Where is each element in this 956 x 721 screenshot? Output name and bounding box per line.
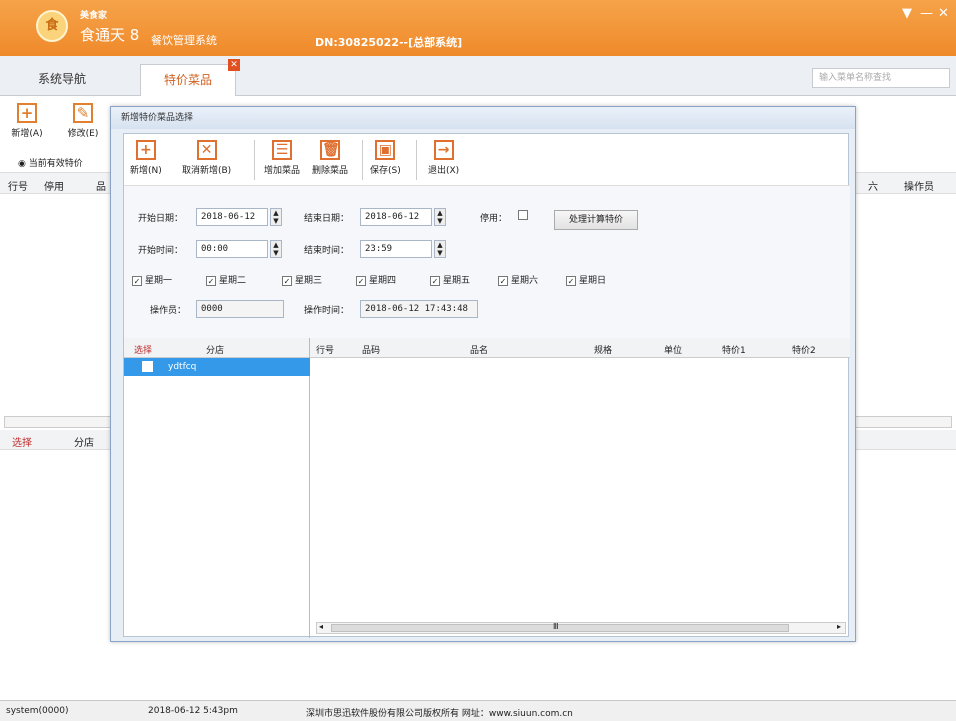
bg-filter-radio[interactable]: ◉ 当前有效特价 xyxy=(18,156,83,169)
store-grid-header: 选择 分店 xyxy=(124,338,309,358)
start-time-label: 开始时间： xyxy=(138,246,184,256)
start-time-field[interactable]: 00:00 xyxy=(196,240,268,258)
close-icon[interactable]: ✕ xyxy=(938,6,949,21)
save-button[interactable]: ▣ 保存(S) xyxy=(370,140,401,176)
minimize-icon[interactable]: — xyxy=(920,6,933,21)
weekday-fri-checkbox[interactable]: ✓ 星期五 xyxy=(430,273,470,286)
cancel-new-button[interactable]: ✕ 取消新增(B) xyxy=(182,140,231,176)
end-time-label: 结束时间： xyxy=(304,246,350,256)
start-date-spinner[interactable]: ▲ ▼ xyxy=(270,208,282,226)
status-copyright: 深圳市思迅软件股份有限公司版权所有 网址：www.siuun.com.cn xyxy=(306,709,573,719)
add-icon: + xyxy=(17,103,37,123)
dn-info: DN:30825022--[总部系统] xyxy=(315,36,463,49)
weekday-mon-checkbox[interactable]: ✓ 星期一 xyxy=(132,273,172,286)
end-date-spinner[interactable]: ▲ ▼ xyxy=(434,208,446,226)
dish-grid-horizontal-scrollbar[interactable]: ◂ Ⅲ ▸ xyxy=(316,622,846,634)
weekday-sun-checkbox[interactable]: ✓ 星期日 xyxy=(566,273,606,286)
operator-field: 0000 xyxy=(196,300,284,318)
tab-close-icon[interactable]: ✕ xyxy=(228,59,240,71)
weekday-wed-checkbox[interactable]: ✓ 星期三 xyxy=(282,273,322,286)
weekday-tue-checkbox[interactable]: ✓ 星期二 xyxy=(206,273,246,286)
dish-grid-header: 行号 品码 品名 规格 单位 特价1 特价2 xyxy=(310,338,850,358)
new-button[interactable]: + 新增(N) xyxy=(130,140,162,176)
start-date-label: 开始日期： xyxy=(138,214,184,224)
bg-add-button[interactable]: + 新增(A) xyxy=(10,103,44,139)
brand-subtitle: 餐饮管理系统 xyxy=(151,34,217,47)
dish-grid: 行号 品码 品名 规格 单位 特价1 特价2 ◂ Ⅲ ▸ xyxy=(310,338,850,638)
store-cell: ydtfcq xyxy=(164,358,270,376)
delete-icon: 🗑 xyxy=(320,140,340,160)
dialog-title: 新增特价菜品选择 xyxy=(111,107,855,129)
menu-dropdown-icon[interactable]: ▼ xyxy=(902,6,912,21)
tab-special-price[interactable]: 特价菜品 xyxy=(140,64,236,96)
delete-dish-button[interactable]: 🗑 删除菜品 xyxy=(312,140,348,176)
new-special-dish-dialog: 新增特价菜品选择 + 新增(N) ✕ 取消新增(B) ☰ 增加菜品 🗑 删除菜品… xyxy=(110,106,856,642)
exit-icon: → xyxy=(433,140,454,160)
add-dish-icon: ☰ xyxy=(272,140,292,160)
brand-name-small: 美食家 xyxy=(80,11,108,21)
cancel-icon: ✕ xyxy=(196,140,217,160)
scrollbar-thumb[interactable] xyxy=(331,624,789,632)
status-bar: system(0000) 2018-06-12 5:43pm 深圳市思迅软件股份… xyxy=(0,700,956,721)
tab-navigation[interactable]: 系统导航 xyxy=(8,64,116,96)
status-user: system(0000) xyxy=(6,706,69,716)
disabled-label: 停用： xyxy=(480,214,508,224)
exit-button[interactable]: → 退出(X) xyxy=(428,140,459,176)
edit-icon: ✎ xyxy=(73,103,93,123)
start-date-field[interactable]: 2018-06-12 xyxy=(196,208,268,226)
scroll-right-icon[interactable]: ▸ xyxy=(837,622,841,631)
dialog-body: + 新增(N) ✕ 取消新增(B) ☰ 增加菜品 🗑 删除菜品 ▣ 保存(S) xyxy=(123,133,850,638)
app-logo: 食 xyxy=(36,10,68,42)
disabled-checkbox[interactable] xyxy=(518,210,531,221)
dialog-toolbar: + 新增(N) ✕ 取消新增(B) ☰ 增加菜品 🗑 删除菜品 ▣ 保存(S) xyxy=(124,134,850,186)
save-icon: ▣ xyxy=(375,140,396,160)
toolbar-separator xyxy=(362,140,363,180)
scroll-left-icon[interactable]: ◂ xyxy=(319,622,323,631)
weekday-thu-checkbox[interactable]: ✓ 星期四 xyxy=(356,273,396,286)
operator-label: 操作员： xyxy=(150,306,187,316)
toolbar-separator xyxy=(254,140,255,180)
search-input[interactable]: 输入菜单名称查找 xyxy=(812,68,950,88)
row-select-checkbox[interactable] xyxy=(142,361,153,372)
weekday-sat-checkbox[interactable]: ✓ 星期六 xyxy=(498,273,538,286)
status-datetime: 2018-06-12 5:43pm xyxy=(148,706,238,716)
table-row[interactable]: ydtfcq xyxy=(124,358,310,376)
add-dish-button[interactable]: ☰ 增加菜品 xyxy=(264,140,300,176)
add-icon: + xyxy=(135,140,156,160)
store-grid: 选择 分店 ydtfcq xyxy=(124,338,310,638)
toolbar-separator xyxy=(416,140,417,180)
start-time-spinner[interactable]: ▲ ▼ xyxy=(270,240,282,258)
end-time-field[interactable]: 23:59 xyxy=(360,240,432,258)
scroll-grip-icon: Ⅲ xyxy=(553,622,559,631)
end-date-label: 结束日期： xyxy=(304,214,350,224)
op-time-field: 2018-06-12 17:43:48 xyxy=(360,300,478,318)
brand-name: 食通天 8 xyxy=(80,26,140,44)
op-time-label: 操作时间： xyxy=(304,306,350,316)
calc-special-price-button[interactable]: 处理计算特价 xyxy=(554,210,638,230)
end-time-spinner[interactable]: ▲ ▼ xyxy=(434,240,446,258)
title-bar: 食 美食家 食通天 8 餐饮管理系统 DN:30825022--[总部系统] ▼… xyxy=(0,0,956,56)
dialog-form: 开始日期： 2018-06-12 ▲ ▼ 结束日期： 2018-06-12 ▲ ▼ … xyxy=(124,186,850,338)
bg-edit-button[interactable]: ✎ 修改(E) xyxy=(66,103,100,139)
end-date-field[interactable]: 2018-06-12 xyxy=(360,208,432,226)
